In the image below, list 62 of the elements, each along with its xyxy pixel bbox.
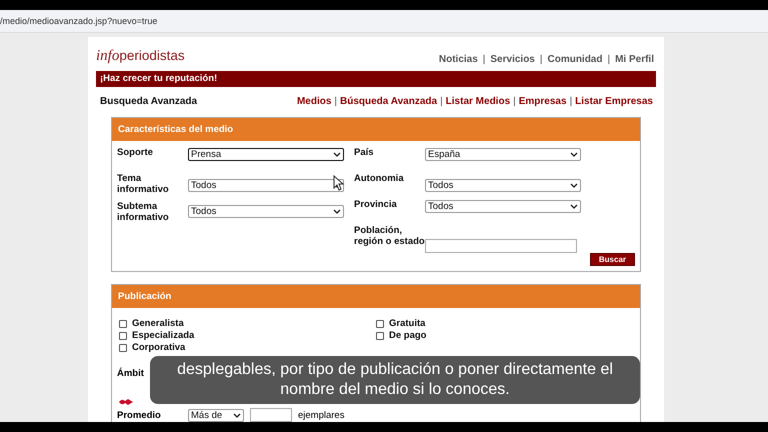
sub-nav-link[interactable]: Empresas	[518, 96, 567, 106]
field-label: Subtema informativo	[117, 201, 170, 223]
dropdown[interactable]: España	[425, 148, 581, 161]
caption-text: desplegables, por tipo de publicación o poner directamente el	[177, 360, 613, 380]
dropdown[interactable]: Todos	[425, 200, 581, 213]
chevron-icon	[570, 183, 578, 188]
ribbon-icon	[119, 398, 133, 406]
checkbox[interactable]	[119, 320, 127, 328]
checkbox-label: Gratuita	[389, 318, 426, 329]
page-title: Busqueda Avanzada	[100, 96, 198, 106]
banner-text: ¡Haz crecer tu reputación!	[100, 73, 218, 84]
chevron-icon	[233, 412, 241, 418]
section-title: Publicación	[118, 291, 172, 302]
nav-separator: |	[540, 54, 542, 65]
checkbox-label: De pago	[389, 330, 426, 341]
field-label: Población, región o estado	[354, 225, 425, 247]
nav-separator: |	[440, 96, 443, 106]
dropdown[interactable]: Todos	[188, 205, 344, 218]
top-nav-link[interactable]: Mi Perfil	[615, 54, 654, 65]
field-label: Soporte	[117, 147, 154, 158]
sub-nav-link[interactable]: Listar Medios	[446, 96, 510, 106]
number-field[interactable]	[250, 408, 292, 422]
chevron-icon	[333, 152, 341, 157]
checkbox[interactable]	[376, 332, 384, 340]
checkbox[interactable]	[119, 344, 127, 352]
checkbox-label: Especializada	[132, 330, 194, 341]
checkbox[interactable]	[376, 320, 384, 328]
checkbox-label: Generalista	[132, 318, 184, 329]
url-text: /medio/medioavanzado.jsp?nuevo=true	[0, 16, 158, 26]
site-logo[interactable]: infoperiodistas	[96, 48, 185, 65]
dropdown[interactable]: Todos	[425, 179, 581, 192]
nav-separator: |	[570, 96, 572, 106]
nav-separator: |	[482, 54, 486, 65]
field-label: Autonomia	[354, 173, 405, 184]
top-nav-link[interactable]: Servicios	[490, 54, 535, 65]
top-nav-link[interactable]: Noticias	[438, 54, 478, 65]
text-field[interactable]	[425, 239, 577, 253]
caption-text: nombre del medio si lo conoces.	[280, 380, 510, 400]
chevron-icon	[570, 152, 578, 157]
nav-separator: |	[334, 96, 337, 106]
field-label: Provincia	[354, 199, 398, 210]
sub-nav-link[interactable]: Medios	[296, 96, 332, 106]
dropdown[interactable]: Prensa	[188, 148, 344, 161]
section-title: Características del medio	[118, 124, 234, 135]
address-bar[interactable]: /medio/medioavanzado.jsp?nuevo=true	[0, 10, 768, 33]
chevron-icon	[570, 204, 578, 209]
sub-nav-link[interactable]: Búsqueda Avanzada	[340, 96, 438, 106]
cursor-icon	[333, 175, 345, 191]
top-nav-link[interactable]: Comunidad	[547, 54, 602, 65]
nav-separator: |	[607, 54, 610, 65]
checkbox-label: Corporativa	[132, 342, 186, 353]
field-label: País	[354, 147, 375, 158]
chevron-icon	[333, 209, 341, 214]
checkbox[interactable]	[119, 332, 127, 340]
nav-separator: |	[513, 96, 516, 106]
dropdown[interactable]: Más de	[188, 408, 244, 422]
unit-label: ejemplares	[298, 410, 344, 420]
search-button[interactable]: Buscar	[590, 253, 635, 266]
field-label: Promedio	[117, 410, 162, 420]
field-label: Tema informativo	[117, 173, 170, 195]
field-label: Ámbit	[117, 368, 144, 379]
sub-nav-link[interactable]: Listar Empresas	[575, 96, 653, 106]
